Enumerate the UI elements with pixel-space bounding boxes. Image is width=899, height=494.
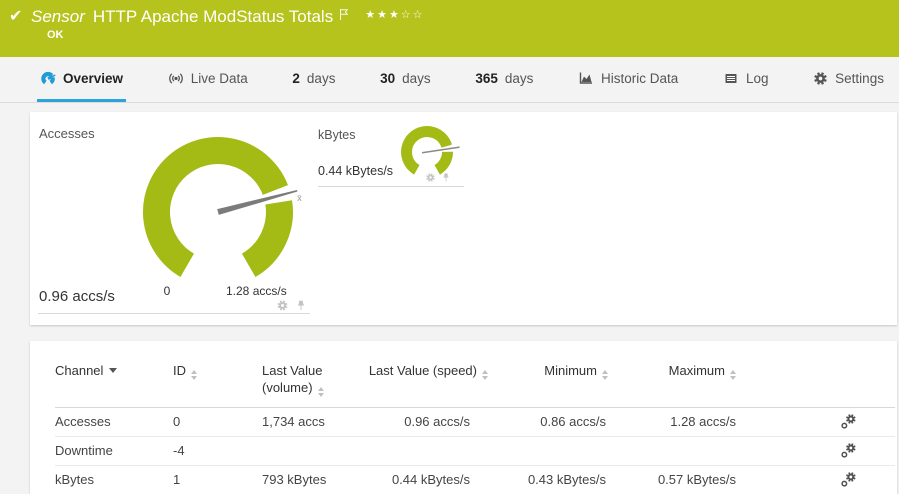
object-kind-label: Sensor xyxy=(31,7,85,27)
table-header-row: Channel ID Last Value (volume) Last Valu… xyxy=(55,363,895,407)
column-header-maximum[interactable]: Maximum xyxy=(620,363,748,407)
tab-log[interactable]: Log xyxy=(720,57,772,102)
cell-minimum: 0.43 kBytes/s xyxy=(500,465,620,494)
sort-icon xyxy=(318,387,324,397)
cell-last_volume: 793 kBytes xyxy=(262,465,368,494)
cell-last_speed xyxy=(368,436,500,465)
cell-last_volume: 1,734 accs xyxy=(262,407,368,436)
sort-desc-icon xyxy=(109,368,117,373)
tab-live-data[interactable]: Live Data xyxy=(165,57,251,102)
cell-last_speed: 0.96 accs/s xyxy=(368,407,500,436)
sort-icon xyxy=(191,370,197,380)
tab-bar: Overview Live Data 2 days 30 days 365 da… xyxy=(0,57,899,103)
kbytes-gauge-actions xyxy=(425,172,451,183)
tab-365-days[interactable]: 365 days xyxy=(472,57,536,102)
cell-channel: kBytes xyxy=(55,465,173,494)
channel-table-body: Accesses01,734 accs0.96 accs/s0.86 accs/… xyxy=(55,407,895,494)
cell-actions xyxy=(748,436,895,465)
table-row: kBytes1793 kBytes0.44 kBytes/s0.43 kByte… xyxy=(55,465,895,494)
tab-label: days xyxy=(402,71,431,86)
gauge-icon xyxy=(40,70,56,86)
channel-settings-icon[interactable] xyxy=(840,413,857,430)
column-header-last-value-speed[interactable]: Last Value (speed) xyxy=(368,363,500,407)
tab-label: Historic Data xyxy=(601,71,678,86)
column-header-last-value-volume[interactable]: Last Value (volume) xyxy=(262,363,368,407)
svg-text:x̄: x̄ xyxy=(297,193,302,203)
cell-id: 0 xyxy=(173,407,262,436)
tab-settings[interactable]: Settings xyxy=(810,57,887,102)
channels-panel: Channel ID Last Value (volume) Last Valu… xyxy=(30,341,897,494)
tab-label: Overview xyxy=(63,71,123,86)
cell-actions xyxy=(748,465,895,494)
sensor-page: ✔ Sensor HTTP Apache ModStatus Totals ★★… xyxy=(0,0,899,494)
tab-label: days xyxy=(307,71,336,86)
cell-minimum: 0.86 accs/s xyxy=(500,407,620,436)
column-header-id[interactable]: ID xyxy=(173,363,262,407)
sort-icon xyxy=(602,370,608,380)
channel-settings-icon[interactable] xyxy=(840,442,857,459)
cell-actions xyxy=(748,407,895,436)
tab-label: Live Data xyxy=(191,71,248,86)
tab-2-days[interactable]: 2 days xyxy=(289,57,338,102)
divider xyxy=(38,313,310,314)
log-list-icon xyxy=(723,70,739,86)
tab-overview[interactable]: Overview xyxy=(37,57,126,102)
tab-historic-data[interactable]: Historic Data xyxy=(575,57,681,102)
cell-last_speed: 0.44 kBytes/s xyxy=(368,465,500,494)
accesses-gauge[interactable]: x̄ xyxy=(133,128,303,293)
page-title: Sensor HTTP Apache ModStatus Totals ★★★☆… xyxy=(31,7,425,27)
cell-last_volume xyxy=(262,436,368,465)
accesses-gauge-label: Accesses xyxy=(39,126,95,141)
cell-maximum xyxy=(620,436,748,465)
cell-minimum xyxy=(500,436,620,465)
tab-30-days[interactable]: 30 days xyxy=(377,57,434,102)
column-header-actions xyxy=(748,363,895,407)
cell-id: -4 xyxy=(173,436,262,465)
channel-settings-icon[interactable] xyxy=(840,471,857,488)
live-data-icon xyxy=(168,70,184,86)
gauge-pin-icon[interactable] xyxy=(295,299,307,312)
table-row: Downtime-4 xyxy=(55,436,895,465)
table-row: Accesses01,734 accs0.96 accs/s0.86 accs/… xyxy=(55,407,895,436)
gear-icon xyxy=(813,71,828,86)
accesses-scale-min: 0 xyxy=(157,284,177,298)
kbytes-current-value: 0.44 kBytes/s xyxy=(318,164,393,178)
kbytes-gauge-label: kBytes xyxy=(318,128,356,142)
cell-channel: Downtime xyxy=(55,436,173,465)
gauge-settings-gear-icon[interactable] xyxy=(425,172,436,183)
status-badge: OK xyxy=(47,29,64,41)
sensor-name: HTTP Apache ModStatus Totals xyxy=(93,7,333,27)
sort-icon xyxy=(730,370,736,380)
tab-label: Settings xyxy=(835,71,884,86)
cell-maximum: 0.57 kBytes/s xyxy=(620,465,748,494)
priority-flag-icon[interactable] xyxy=(339,8,349,21)
column-header-channel[interactable]: Channel xyxy=(55,363,173,407)
gauge-pin-icon[interactable] xyxy=(441,172,451,183)
sort-icon xyxy=(482,370,488,380)
divider xyxy=(318,186,464,187)
accesses-gauge-actions xyxy=(276,299,307,312)
cell-maximum: 1.28 accs/s xyxy=(620,407,748,436)
ok-check-icon: ✔ xyxy=(9,6,22,25)
channel-table: Channel ID Last Value (volume) Last Valu… xyxy=(55,363,895,494)
accesses-current-value: 0.96 accs/s xyxy=(39,288,115,305)
cell-id: 1 xyxy=(173,465,262,494)
gauges-panel: Accesses x̄ 0 1.28 accs/s 0.96 accs/s kB… xyxy=(30,112,897,325)
priority-stars[interactable]: ★★★☆☆ xyxy=(365,8,424,21)
historic-chart-icon xyxy=(578,70,594,86)
status-header: ✔ Sensor HTTP Apache ModStatus Totals ★★… xyxy=(0,0,899,57)
accesses-scale-max: 1.28 accs/s xyxy=(226,284,287,298)
column-header-minimum[interactable]: Minimum xyxy=(500,363,620,407)
cell-channel: Accesses xyxy=(55,407,173,436)
tab-label: days xyxy=(505,71,534,86)
gauge-settings-gear-icon[interactable] xyxy=(276,299,289,312)
tab-label: Log xyxy=(746,71,769,86)
